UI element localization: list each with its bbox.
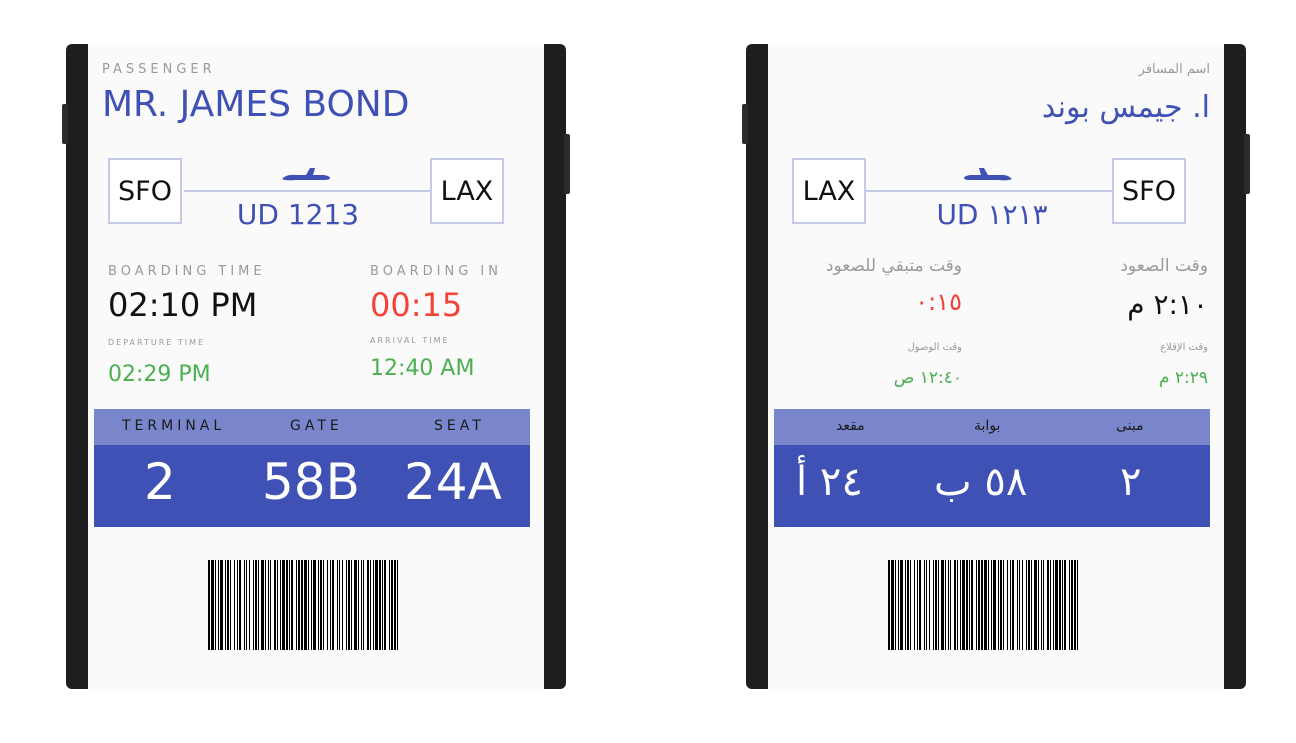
gate-value: 58B xyxy=(262,453,360,511)
airplane-icon xyxy=(964,168,1012,181)
phone-side-button xyxy=(742,104,748,144)
boarding-time: ٢:١٠ م xyxy=(1127,288,1208,321)
terminal-value: ٢ xyxy=(1120,459,1142,505)
details-header: مقعد بوابة مبنى xyxy=(774,409,1210,445)
passenger-name: ا. جيمس بوند xyxy=(1041,90,1210,125)
arrival-time: ١٢:٤٠ ص xyxy=(893,368,962,388)
seat-value: ٢٤ أ xyxy=(796,459,863,505)
origin-code: SFO xyxy=(108,158,182,224)
origin-code: SFO xyxy=(1112,158,1186,224)
flight-number: UD ١٢١٣ xyxy=(936,198,1048,231)
passenger-label: PASSENGER xyxy=(102,62,216,77)
destination-code: LAX xyxy=(430,158,504,224)
route-line xyxy=(866,190,1112,192)
boarding-time-label: BOARDING TIME xyxy=(108,264,266,279)
boarding-countdown: ٠:١٥ xyxy=(915,288,962,316)
boarding-time: 02:10 PM xyxy=(108,286,258,324)
gate-value: ٥٨ ب xyxy=(934,459,1028,505)
passenger-name: MR. JAMES BOND xyxy=(102,84,410,125)
boarding-countdown: 00:15 xyxy=(370,286,463,324)
phone-arabic: اسم المسافر ا. جيمس بوند LAX SFO UD ١٢١٣… xyxy=(742,44,1250,689)
passenger-label: اسم المسافر xyxy=(1138,62,1210,77)
boarding-time-label: وقت الصعود xyxy=(1120,256,1208,276)
boarding-pass-english: PASSENGER MR. JAMES BOND SFO LAX UD 1213… xyxy=(88,44,544,689)
barcode-icon xyxy=(208,560,398,650)
gate-label: بوابة xyxy=(974,418,1001,434)
boarding-pass-arabic: اسم المسافر ا. جيمس بوند LAX SFO UD ١٢١٣… xyxy=(768,44,1224,689)
boarding-in-label: BOARDING IN xyxy=(370,264,502,279)
arrival-time-label: وقت الوصول xyxy=(907,342,962,353)
details-values: 2 58B 24A xyxy=(94,445,530,527)
departure-time-label: DEPARTURE TIME xyxy=(108,338,206,347)
terminal-label: مبنى xyxy=(1116,418,1144,434)
seat-label: مقعد xyxy=(836,418,865,434)
airplane-icon xyxy=(282,168,330,181)
arrival-time: 12:40 AM xyxy=(370,356,475,381)
gate-label: GATE xyxy=(290,418,343,434)
departure-time: 02:29 PM xyxy=(108,362,211,387)
terminal-value: 2 xyxy=(144,453,176,511)
terminal-label: TERMINAL xyxy=(122,418,226,434)
boarding-in-label: وقت متبقي للصعود xyxy=(825,256,962,276)
phone-volume-button xyxy=(1244,134,1250,194)
phone-side-button xyxy=(62,104,68,144)
details-values: ٢٤ أ ٥٨ ب ٢ xyxy=(774,445,1210,527)
departure-time: ٢:٢٩ م xyxy=(1158,368,1208,388)
destination-code: LAX xyxy=(792,158,866,224)
details-header: TERMINAL GATE SEAT xyxy=(94,409,530,445)
flight-number: UD 1213 xyxy=(236,198,360,231)
seat-value: 24A xyxy=(404,453,502,511)
phone-english: PASSENGER MR. JAMES BOND SFO LAX UD 1213… xyxy=(62,44,570,689)
barcode-icon xyxy=(888,560,1078,650)
phone-volume-button xyxy=(564,134,570,194)
route-line xyxy=(184,190,430,192)
seat-label: SEAT xyxy=(434,418,485,434)
arrival-time-label: ARRIVAL TIME xyxy=(370,336,450,345)
departure-time-label: وقت الإقلاع xyxy=(1160,342,1208,353)
